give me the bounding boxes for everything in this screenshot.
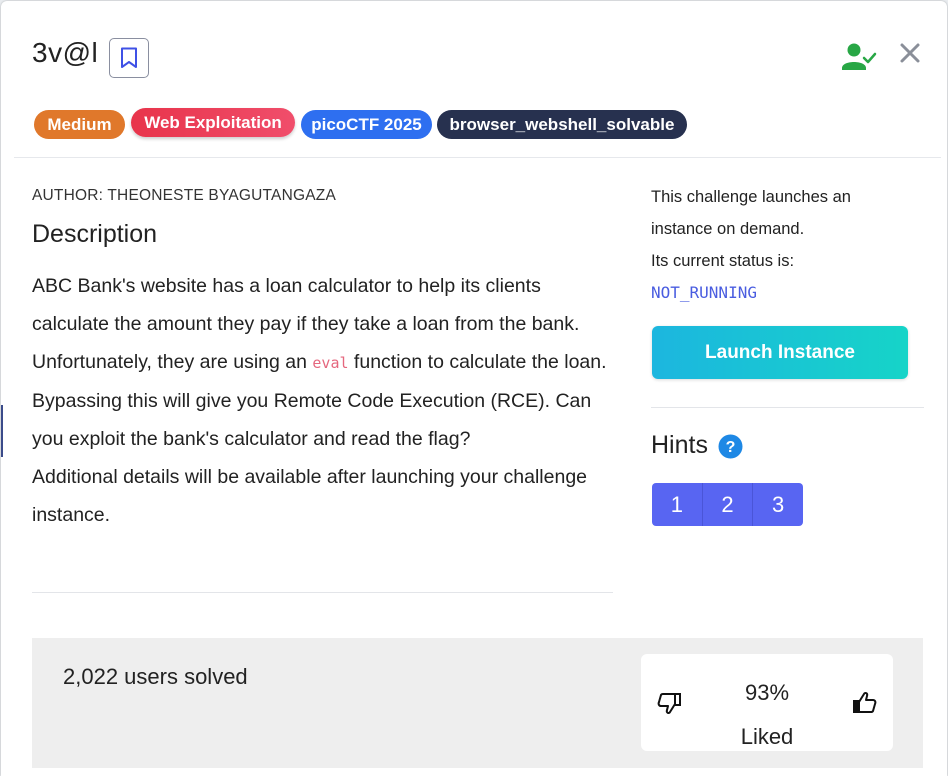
description-heading: Description [32,220,158,248]
question-circle-icon[interactable]: ? [718,434,743,459]
instance-status: NOT_RUNNING [651,283,757,302]
liked-label: Liked [740,724,794,749]
description-body: ABC Bank's website has a loan calculator… [32,267,612,534]
challenge-title: 3v@l [32,37,99,68]
description-divider [32,592,613,593]
close-icon[interactable] [898,41,922,65]
instance-info-line1: This challenge launches an instance on d… [651,188,851,238]
user-check-icon [842,43,877,70]
bookmark-button[interactable] [109,38,149,78]
header-divider [14,157,941,158]
hint-button-group: 1 2 3 [652,483,803,526]
thumbs-up-icon[interactable] [852,690,878,716]
tag-difficulty: Medium [34,110,125,139]
bookmark-icon [121,47,137,68]
description-code: eval [312,354,349,372]
solved-count: 2,022 users solved [63,664,248,689]
hint-button-3[interactable]: 3 [753,483,803,526]
tag-webshell: browser_webshell_solvable [437,110,687,139]
svg-text:?: ? [726,439,736,456]
challenge-modal: 3v@l Medium Web Exploitation picoCTF 202… [1,1,947,776]
instance-info-line2: Its current status is: [651,252,795,270]
tag-event: picoCTF 2025 [301,110,432,139]
tag-category: Web Exploitation [131,108,295,137]
instance-info: This challenge launches an instance on d… [651,181,911,277]
launch-instance-button[interactable]: Launch Instance [652,326,908,379]
left-accent-bar [1,405,3,457]
stats-footer: 2,022 users solved 93% Liked [32,638,923,768]
hint-button-1[interactable]: 1 [652,483,703,526]
like-card: 93% Liked [641,654,893,751]
description-extra: Additional details will be available aft… [32,466,588,526]
author-label: AUTHOR: THEONESTE BYAGUTANGAZA [32,187,336,204]
hints-heading: Hints [651,431,708,459]
hint-button-2[interactable]: 2 [702,483,754,526]
hints-divider [651,407,924,408]
